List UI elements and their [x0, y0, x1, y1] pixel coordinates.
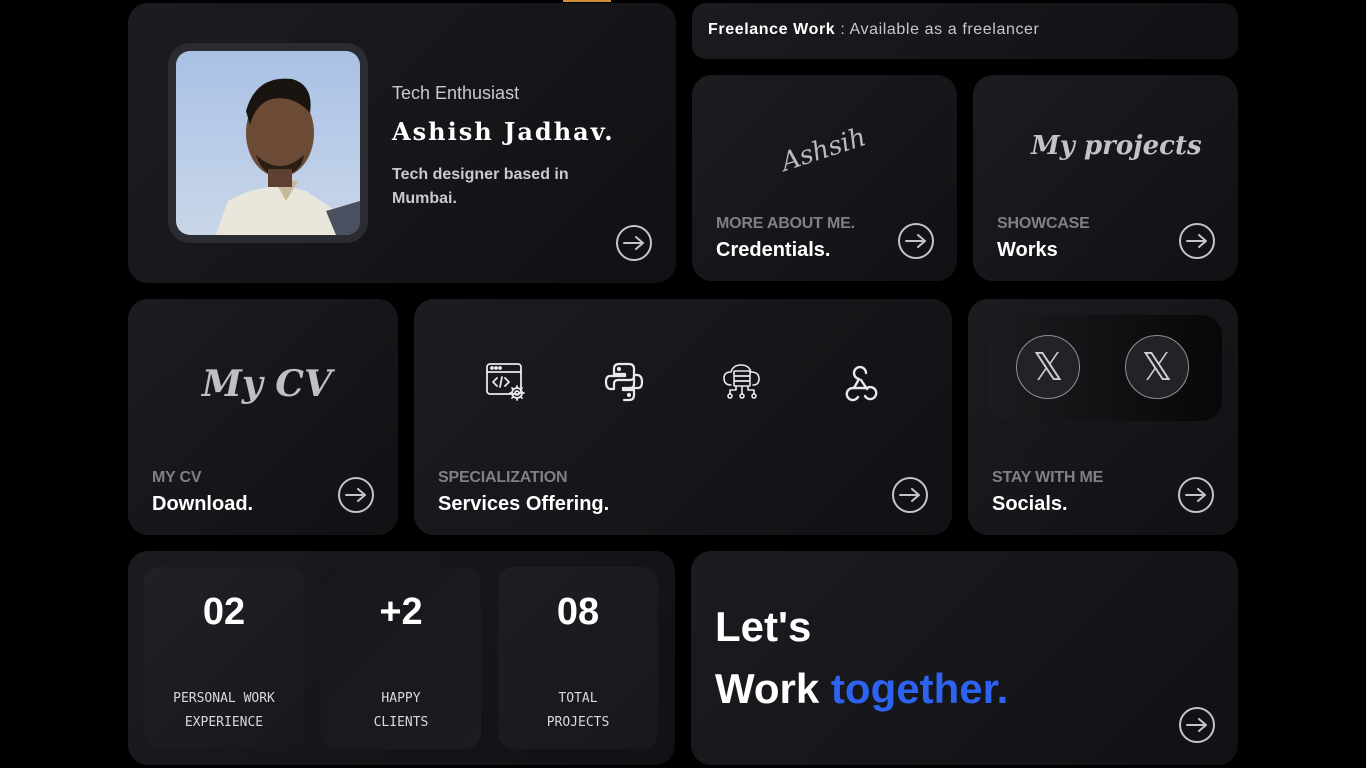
- arrow-right-icon: [899, 488, 920, 502]
- stat-label: TOTAL PROJECTS: [546, 691, 610, 730]
- works-title: Works: [997, 239, 1058, 261]
- work-together-arrow-button[interactable]: [1179, 707, 1215, 743]
- signature-image: Ashsih: [777, 122, 870, 178]
- stat-clients: +2 HAPPY CLIENTS: [321, 567, 481, 749]
- top-accent-line: [563, 0, 611, 2]
- freelance-status: Freelance Work : Available as a freelanc…: [708, 21, 1039, 39]
- services-arrow-button[interactable]: [892, 477, 928, 513]
- arrow-right-icon: [1186, 234, 1207, 248]
- cloud-server-icon: [721, 361, 763, 403]
- freelance-text: Available as a freelancer: [849, 21, 1040, 38]
- profile-bio: Tech designer based in Mumbai.: [392, 166, 569, 207]
- stat-experience: 02 PERSONAL WORK EXPERIENCE: [144, 567, 304, 749]
- arrow-right-icon: [345, 488, 366, 502]
- profile-photo-frame: [168, 43, 368, 243]
- freelance-status-card: Freelance Work : Available as a freelanc…: [692, 3, 1238, 59]
- services-card[interactable]: SPECIALIZATION Services Offering.: [414, 299, 952, 535]
- cta-line-2: Work together.: [715, 665, 1008, 713]
- cv-title: Download.: [152, 493, 254, 515]
- freelance-separator: :: [835, 21, 850, 38]
- services-title: Services Offering.: [438, 493, 610, 515]
- profile-tagline: Tech Enthusiast: [392, 83, 520, 103]
- work-together-card[interactable]: Let's Work together.: [691, 551, 1238, 765]
- web-dev-icon: [485, 361, 527, 403]
- cta-line-1: Let's: [715, 603, 812, 650]
- social-links-box: 𝕏 𝕏: [988, 315, 1222, 421]
- profile-card: Tech Enthusiast Ashish Jadhav. Tech desi…: [128, 3, 676, 283]
- works-card[interactable]: My projects SHOWCASE Works: [973, 75, 1238, 281]
- profile-name: Ashish Jadhav.: [392, 117, 615, 146]
- stat-value: 02: [202, 591, 246, 633]
- webhook-icon: [839, 361, 881, 403]
- python-icon: [603, 361, 645, 403]
- x-icon[interactable]: 𝕏: [1016, 335, 1080, 399]
- socials-card: 𝕏 𝕏 STAY WITH ME Socials.: [968, 299, 1238, 535]
- arrow-right-icon: [1185, 488, 1206, 502]
- profile-photo: [176, 51, 360, 235]
- stats-card: 02 PERSONAL WORK EXPERIENCE +2 HAPPY CLI…: [128, 551, 675, 765]
- credentials-card[interactable]: Ashsih MORE ABOUT ME. Credentials.: [692, 75, 957, 281]
- cta-work: Work: [715, 665, 820, 712]
- credentials-title: Credentials.: [716, 239, 831, 261]
- arrow-right-icon: [905, 234, 926, 248]
- cv-card[interactable]: My CV MY CV Download.: [128, 299, 398, 535]
- stat-label: HAPPY CLIENTS: [373, 691, 429, 730]
- stat-value: +2: [379, 591, 423, 633]
- x-icon[interactable]: 𝕏: [1125, 335, 1189, 399]
- works-eyebrow: SHOWCASE: [997, 215, 1090, 232]
- socials-arrow-button[interactable]: [1178, 477, 1214, 513]
- stat-label: PERSONAL WORK EXPERIENCE: [173, 691, 275, 730]
- stat-value: 08: [556, 591, 600, 633]
- my-cv-script: My CV: [202, 363, 332, 405]
- stat-projects: 08 TOTAL PROJECTS: [498, 567, 658, 749]
- credentials-eyebrow: MORE ABOUT ME.: [716, 215, 855, 232]
- cta-together: together.: [830, 665, 1009, 712]
- arrow-right-icon: [1186, 718, 1207, 732]
- cv-eyebrow: MY CV: [152, 469, 202, 486]
- cv-download-arrow-button[interactable]: [338, 477, 374, 513]
- credentials-arrow-button[interactable]: [898, 223, 934, 259]
- arrow-right-icon: [623, 236, 644, 250]
- services-eyebrow: SPECIALIZATION: [438, 469, 568, 486]
- socials-eyebrow: STAY WITH ME: [992, 469, 1104, 486]
- profile-arrow-button[interactable]: [616, 225, 652, 261]
- works-arrow-button[interactable]: [1179, 223, 1215, 259]
- freelance-label: Freelance Work: [708, 21, 836, 38]
- my-projects-script: My projects: [1031, 131, 1202, 161]
- socials-title: Socials.: [992, 493, 1068, 515]
